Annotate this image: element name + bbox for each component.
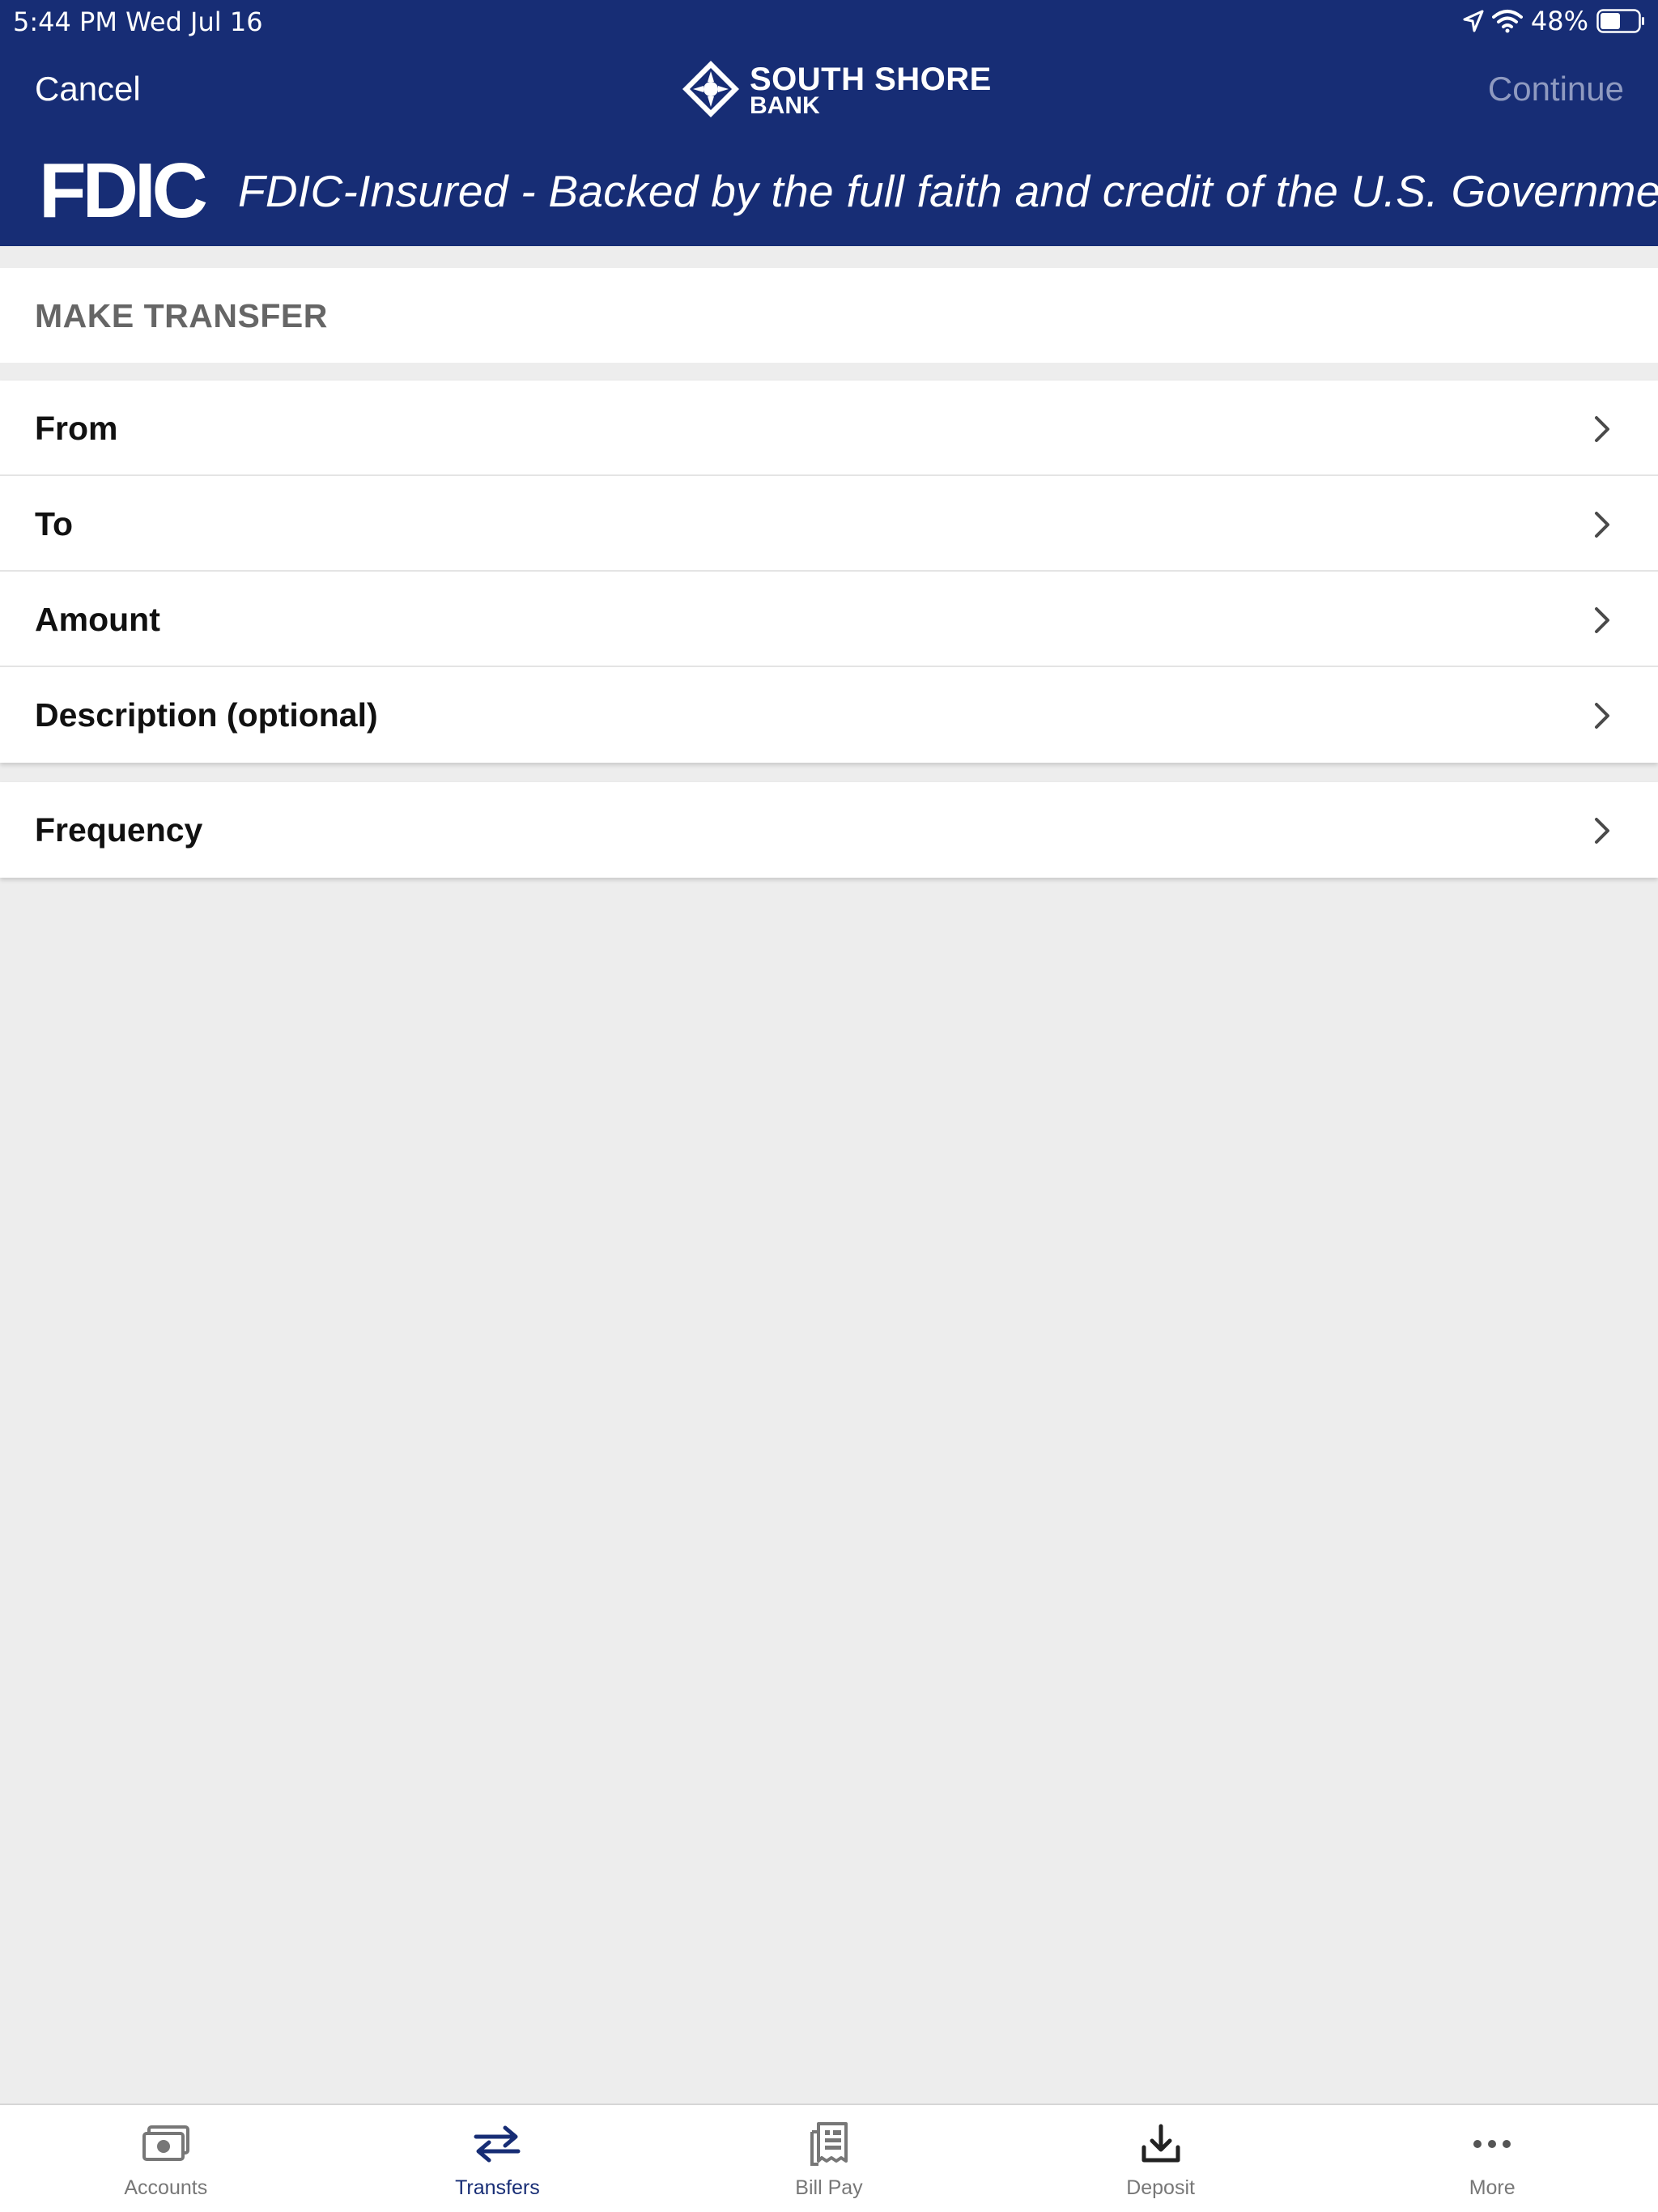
transfer-arrows-icon [469, 2120, 525, 2168]
chevron-right-icon [1593, 510, 1611, 543]
wifi-icon [1491, 9, 1523, 33]
chevron-right-icon [1593, 606, 1611, 639]
transfer-details-group: From To Amount Description (optional) [0, 381, 1658, 763]
tab-bill-pay[interactable]: Bill Pay [663, 2105, 995, 2212]
from-row[interactable]: From [0, 381, 1658, 476]
continue-button[interactable]: Continue [1488, 70, 1624, 108]
amount-row[interactable]: Amount [0, 572, 1658, 667]
frequency-group: Frequency [0, 782, 1658, 878]
more-dots-icon [1464, 2120, 1520, 2168]
tab-more[interactable]: More [1326, 2105, 1658, 2212]
tab-label: Accounts [124, 2176, 208, 2199]
chevron-right-icon [1593, 415, 1611, 448]
tab-label: Transfers [455, 2176, 540, 2199]
row-label: Frequency [35, 811, 203, 849]
accounts-icon [138, 2120, 194, 2168]
frequency-row[interactable]: Frequency [0, 782, 1658, 878]
tab-label: Deposit [1126, 2176, 1195, 2199]
bank-name-line2: BANK [750, 92, 820, 119]
description-row[interactable]: Description (optional) [0, 667, 1658, 763]
to-row[interactable]: To [0, 476, 1658, 572]
row-label: Amount [35, 601, 160, 638]
battery-icon [1596, 9, 1645, 33]
page-title: MAKE TRANSFER [35, 297, 328, 334]
tab-deposit[interactable]: Deposit [995, 2105, 1327, 2212]
download-icon [1133, 2120, 1189, 2168]
row-label: Description (optional) [35, 696, 378, 734]
section-header: MAKE TRANSFER [0, 268, 1658, 363]
tab-label: More [1469, 2176, 1516, 2199]
app-header: 5:44 PM Wed Jul 16 48% Cancel SOUTH SHOR… [0, 0, 1658, 246]
chevron-right-icon [1593, 816, 1611, 849]
tab-accounts[interactable]: Accounts [0, 2105, 332, 2212]
chevron-right-icon [1593, 701, 1611, 734]
row-label: To [35, 505, 74, 542]
fdic-logo: FDIC [39, 147, 208, 234]
page: 5:44 PM Wed Jul 16 48% Cancel SOUTH SHOR… [0, 0, 1658, 2212]
cancel-button[interactable]: Cancel [35, 70, 141, 108]
tab-label: Bill Pay [795, 2176, 863, 2199]
status-indicators: 48% [1463, 5, 1645, 37]
tab-bar: Accounts Transfers Bill Pay Deposit More [0, 2104, 1658, 2212]
bank-logo: SOUTH SHORE BANK [680, 58, 992, 123]
status-time: 5:44 PM Wed Jul 16 [13, 6, 263, 37]
location-icon [1463, 10, 1484, 32]
bill-icon [801, 2120, 857, 2168]
battery-percent: 48% [1530, 6, 1588, 36]
fdic-tagline: FDIC-Insured - Backed by the full faith … [237, 166, 1658, 216]
bank-name: SOUTH SHORE BANK [750, 63, 992, 118]
tab-transfers[interactable]: Transfers [332, 2105, 664, 2212]
bank-emblem-icon [680, 58, 742, 124]
bank-name-line1: SOUTH SHORE [750, 62, 992, 97]
row-label: From [35, 410, 118, 447]
fdic-banner: FDIC FDIC-Insured - Backed by the full f… [39, 152, 1658, 230]
